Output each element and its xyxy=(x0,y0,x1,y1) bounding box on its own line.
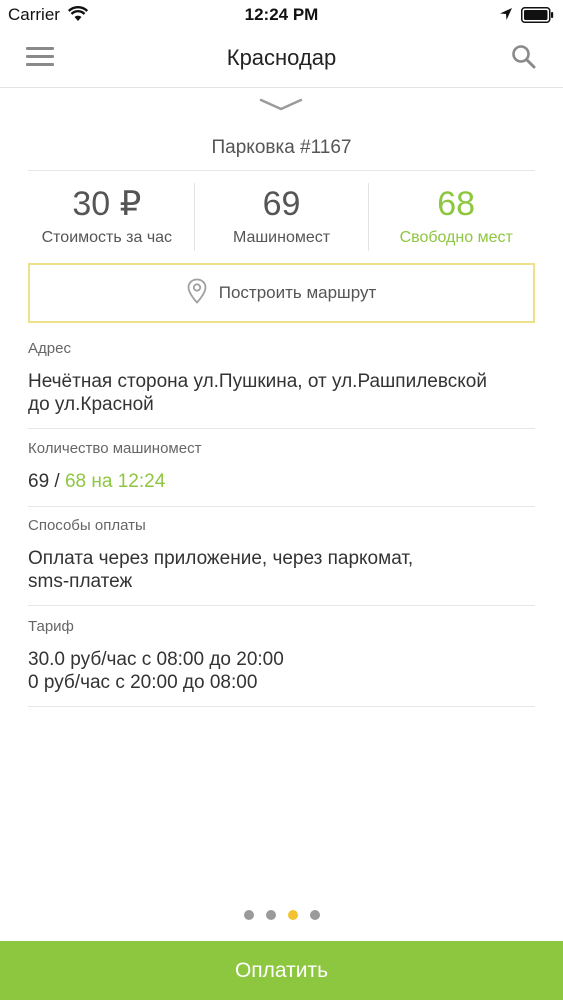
spaces-total: 69 xyxy=(28,471,50,492)
nav-bar: Краснодар xyxy=(0,30,563,88)
page-dot[interactable] xyxy=(265,910,276,920)
page-dot[interactable] xyxy=(243,910,254,920)
stat-price: 30 ₽ Стоимость за час xyxy=(20,183,194,251)
tariff-line-2: 0 руб/час с 20:00 до 08:00 xyxy=(28,672,258,693)
search-icon[interactable] xyxy=(511,44,537,75)
spaces-value: 69 xyxy=(262,185,301,223)
divider xyxy=(28,170,535,171)
payment-line-1: Оплата через приложение, через паркомат, xyxy=(28,548,414,569)
battery-icon xyxy=(521,7,554,23)
status-time: 12:24 PM xyxy=(244,5,319,24)
address-line-2: до ул.Красной xyxy=(28,394,154,415)
stat-free: 68 Свободно мест xyxy=(368,183,543,251)
free-value: 68 xyxy=(437,185,476,223)
status-bar: Carrier 12:24 PM xyxy=(0,0,563,30)
address-label: Адрес xyxy=(28,340,71,357)
divider xyxy=(28,428,535,429)
payment-value: Оплата через приложение, через паркомат,… xyxy=(28,547,535,593)
map-pin-icon xyxy=(187,278,207,309)
price-label: Стоимость за час xyxy=(41,229,173,246)
tariff-label: Тариф xyxy=(28,618,74,635)
address-section: Адрес Нечётная сторона ул.Пушкина, от ул… xyxy=(28,340,535,416)
parking-title: Парковка #1167 xyxy=(211,137,352,158)
divider xyxy=(28,506,535,507)
location-arrow-icon xyxy=(499,7,513,26)
spaces-label: Машиномест xyxy=(232,229,331,246)
spaces-free-now: 68 на 12:24 xyxy=(64,471,166,492)
stat-spaces: 69 Машиномест xyxy=(193,183,369,251)
spaces-count-value: 69 / 68 на 12:24 xyxy=(28,470,535,493)
parking-stats: 30 ₽ Стоимость за час 69 Машиномест 68 С… xyxy=(20,183,543,251)
price-value: 30 ₽ xyxy=(72,185,142,223)
payment-section: Способы оплаты Оплата через приложение, … xyxy=(28,517,535,593)
chevron-down-icon[interactable] xyxy=(259,98,303,117)
payment-label: Способы оплаты xyxy=(28,517,146,534)
tariff-section: Тариф 30.0 руб/час с 08:00 до 20:00 0 ру… xyxy=(28,618,535,694)
payment-line-2: sms-платеж xyxy=(28,571,133,592)
address-line-1: Нечётная сторона ул.Пушкина, от ул.Рашпи… xyxy=(28,371,487,392)
page-title: Краснодар xyxy=(226,45,337,70)
tariff-value: 30.0 руб/час с 08:00 до 20:00 0 руб/час … xyxy=(28,648,535,694)
pay-button[interactable]: Оплатить xyxy=(0,941,563,1000)
tariff-line-1: 30.0 руб/час с 08:00 до 20:00 xyxy=(28,649,284,670)
page-dot[interactable] xyxy=(287,910,298,920)
build-route-label: Построить маршрут xyxy=(218,283,377,302)
spaces-count-label: Количество машиномест xyxy=(28,440,202,457)
address-value: Нечётная сторона ул.Пушкина, от ул.Рашпи… xyxy=(28,370,535,416)
divider xyxy=(28,706,535,707)
page-dot[interactable] xyxy=(309,910,320,920)
free-label: Свободно мест xyxy=(399,229,513,246)
spaces-section: Количество машиномест 69 / 68 на 12:24 xyxy=(28,440,535,493)
page-indicator xyxy=(0,910,563,920)
build-route-button[interactable]: Построить маршрут xyxy=(28,263,535,323)
spaces-divider: / xyxy=(49,471,65,492)
divider xyxy=(28,605,535,606)
